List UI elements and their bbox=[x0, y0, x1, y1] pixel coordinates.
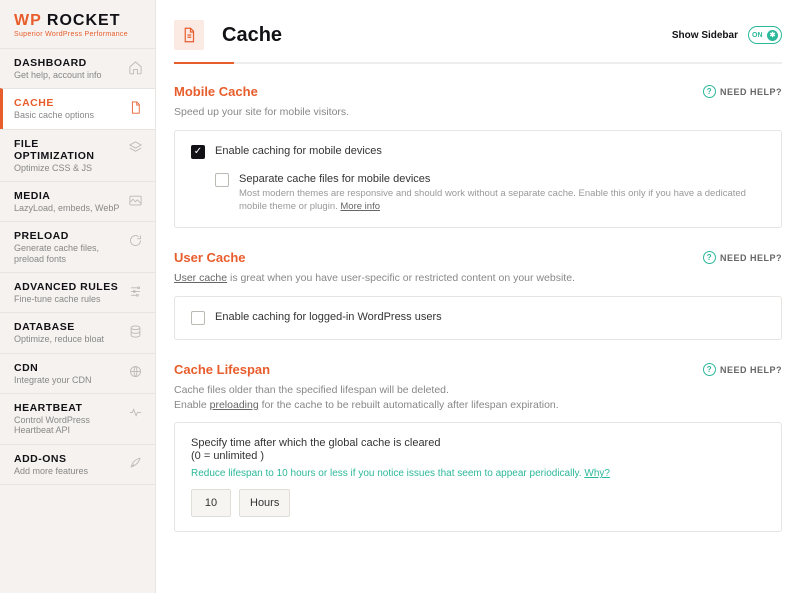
section-cache-lifespan: Cache Lifespan ? NEED HELP? Cache files … bbox=[174, 362, 782, 532]
mobile-cache-panel: ✓ Enable caching for mobile devices Sepa… bbox=[174, 130, 782, 229]
need-help-label: NEED HELP? bbox=[720, 87, 782, 97]
heartbeat-icon bbox=[127, 404, 143, 420]
page-header: Cache Show Sidebar ON ✱ bbox=[174, 0, 782, 62]
nav-desc: Basic cache options bbox=[14, 110, 121, 120]
nav-desc: LazyLoad, embeds, WebP bbox=[14, 203, 121, 213]
logo-rocket: ROCKET bbox=[41, 12, 120, 29]
nav-title: ADVANCED RULES bbox=[14, 281, 121, 293]
sidebar: WP ROCKET Superior WordPress Performance… bbox=[0, 0, 156, 593]
sidebar-item-heartbeat[interactable]: HEARTBEAT Control WordPress Heartbeat AP… bbox=[0, 393, 155, 444]
nav-desc: Get help, account info bbox=[14, 70, 121, 80]
sidebar-item-preload[interactable]: PRELOAD Generate cache files, preload fo… bbox=[0, 221, 155, 272]
more-info-link[interactable]: More info bbox=[340, 201, 380, 212]
nav-desc: Control WordPress Heartbeat API bbox=[14, 415, 121, 436]
user-cache-link[interactable]: User cache bbox=[174, 272, 227, 284]
nav-title: HEARTBEAT bbox=[14, 402, 121, 414]
user-cache-panel: Enable caching for logged-in WordPress u… bbox=[174, 296, 782, 340]
nav-title: MEDIA bbox=[14, 190, 121, 202]
layers-icon bbox=[127, 140, 143, 156]
lifespan-note: Reduce lifespan to 10 hours or less if y… bbox=[191, 468, 765, 479]
document-icon bbox=[127, 99, 143, 115]
sidebar-item-dashboard[interactable]: DASHBOARD Get help, account info bbox=[0, 48, 155, 88]
rocket-icon bbox=[127, 455, 143, 471]
main-content: Cache Show Sidebar ON ✱ Mobile Cache ? N… bbox=[156, 0, 800, 593]
checkbox-label: Enable caching for logged-in WordPress u… bbox=[215, 311, 442, 323]
lifespan-value-input[interactable] bbox=[191, 489, 231, 517]
nav-title: DATABASE bbox=[14, 321, 121, 333]
nav-desc: Optimize, reduce bloat bbox=[14, 334, 121, 344]
globe-icon bbox=[127, 364, 143, 380]
page-title: Cache bbox=[222, 24, 282, 47]
nav-title: DASHBOARD bbox=[14, 57, 121, 69]
sidebar-item-file-optimization[interactable]: FILE OPTIMIZATION Optimize CSS & JS bbox=[0, 129, 155, 181]
section-title: Mobile Cache bbox=[174, 84, 258, 99]
nav-desc: Integrate your CDN bbox=[14, 375, 121, 385]
nav-title: FILE OPTIMIZATION bbox=[14, 138, 121, 162]
toggle-knob-icon: ✱ bbox=[767, 30, 778, 41]
need-help-button[interactable]: ? NEED HELP? bbox=[703, 251, 782, 264]
section-desc: Cache files older than the specified lif… bbox=[174, 383, 782, 412]
nav-desc: Optimize CSS & JS bbox=[14, 163, 121, 173]
nav-desc: Generate cache files, preload fonts bbox=[14, 243, 121, 264]
nav-desc: Add more features bbox=[14, 466, 121, 476]
sidebar-item-advanced-rules[interactable]: ADVANCED RULES Fine-tune cache rules bbox=[0, 272, 155, 312]
need-help-label: NEED HELP? bbox=[720, 365, 782, 375]
preloading-link[interactable]: preloading bbox=[210, 399, 259, 411]
lifespan-panel: Specify time after which the global cach… bbox=[174, 422, 782, 532]
section-desc: User cache is great when you have user-s… bbox=[174, 271, 782, 286]
logo-tagline: Superior WordPress Performance bbox=[14, 31, 141, 38]
home-icon bbox=[127, 59, 143, 75]
nav-desc: Fine-tune cache rules bbox=[14, 294, 121, 304]
checkbox-label: Enable caching for mobile devices bbox=[215, 145, 382, 157]
checkbox-enable-mobile-cache[interactable]: ✓ bbox=[191, 145, 205, 159]
sidebar-item-media[interactable]: MEDIA LazyLoad, embeds, WebP bbox=[0, 181, 155, 221]
why-link[interactable]: Why? bbox=[584, 468, 610, 479]
sidebar-item-database[interactable]: DATABASE Optimize, reduce bloat bbox=[0, 312, 155, 352]
sidebar-item-add-ons[interactable]: ADD-ONS Add more features bbox=[0, 444, 155, 485]
need-help-label: NEED HELP? bbox=[720, 253, 782, 263]
help-icon: ? bbox=[703, 251, 716, 264]
help-icon: ? bbox=[703, 363, 716, 376]
need-help-button[interactable]: ? NEED HELP? bbox=[703, 363, 782, 376]
nav-title: CDN bbox=[14, 362, 121, 374]
show-sidebar-toggle[interactable]: ON ✱ bbox=[748, 26, 782, 44]
nav: DASHBOARD Get help, account info CACHE B… bbox=[0, 48, 155, 485]
sidebar-item-cache[interactable]: CACHE Basic cache options bbox=[0, 88, 155, 128]
nav-title: ADD-ONS bbox=[14, 453, 121, 465]
cache-page-icon bbox=[174, 20, 204, 50]
checkbox-label: Separate cache files for mobile devices bbox=[239, 173, 759, 185]
help-icon: ? bbox=[703, 85, 716, 98]
lifespan-unit-select[interactable]: Hours bbox=[239, 489, 290, 517]
lifespan-lead: Specify time after which the global cach… bbox=[191, 437, 765, 449]
section-user-cache: User Cache ? NEED HELP? User cache is gr… bbox=[174, 250, 782, 340]
lifespan-sub: (0 = unlimited ) bbox=[191, 450, 765, 462]
show-sidebar-label: Show Sidebar bbox=[672, 30, 738, 41]
sliders-icon bbox=[127, 283, 143, 299]
refresh-icon bbox=[127, 232, 143, 248]
section-desc: Speed up your site for mobile visitors. bbox=[174, 105, 782, 120]
image-icon bbox=[127, 192, 143, 208]
section-title: User Cache bbox=[174, 250, 246, 265]
checkbox-sublabel: Most modern themes are responsive and sh… bbox=[239, 188, 759, 214]
checkbox-separate-mobile-cache[interactable] bbox=[215, 173, 229, 187]
logo-wp: WP bbox=[14, 12, 41, 29]
section-title: Cache Lifespan bbox=[174, 362, 270, 377]
toggle-state: ON bbox=[752, 32, 763, 39]
logo: WP ROCKET Superior WordPress Performance bbox=[0, 0, 155, 48]
section-mobile-cache: Mobile Cache ? NEED HELP? Speed up your … bbox=[174, 84, 782, 228]
checkbox-enable-user-cache[interactable] bbox=[191, 311, 205, 325]
nav-title: CACHE bbox=[14, 97, 121, 109]
sidebar-item-cdn[interactable]: CDN Integrate your CDN bbox=[0, 353, 155, 393]
need-help-button[interactable]: ? NEED HELP? bbox=[703, 85, 782, 98]
nav-title: PRELOAD bbox=[14, 230, 121, 242]
database-icon bbox=[127, 323, 143, 339]
header-underline bbox=[174, 62, 782, 64]
